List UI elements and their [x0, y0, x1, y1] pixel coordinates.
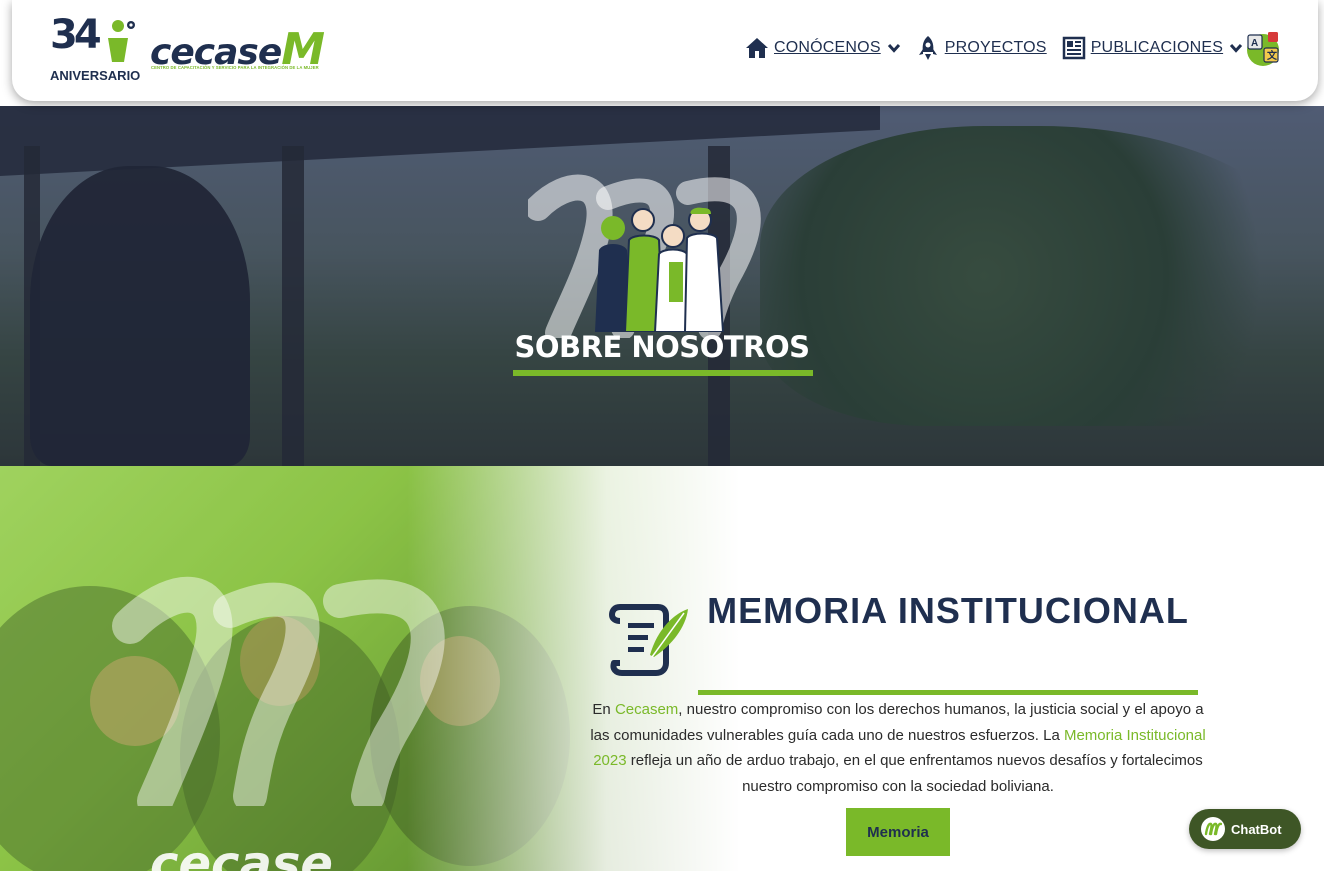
- nav-item-publicaciones[interactable]: PUBLICACIONES: [1061, 35, 1243, 61]
- main-nav: CONÓCENOS PROYECTOS PUBLICACIONES: [744, 34, 1257, 62]
- chatbot-label: ChatBot: [1231, 821, 1282, 837]
- rocket-icon: [915, 35, 941, 61]
- hero-title-underline: [513, 370, 813, 376]
- svg-text:A: A: [1251, 38, 1258, 49]
- anniversary-label: ANIVERSARIO: [50, 68, 141, 83]
- chatbot-button[interactable]: ChatBot: [1189, 809, 1301, 849]
- anniversary-figure-icon: [108, 20, 135, 62]
- chevron-down-icon: [1229, 43, 1243, 53]
- newspaper-icon: [1061, 35, 1087, 61]
- memoria-description: En Cecasem, nuestro compromiso con los d…: [590, 701, 1206, 795]
- site-header: 34 ANIVERSARIO cecaseM CENTRO DE CAPACIT…: [12, 0, 1318, 101]
- nav-label-publicaciones: PUBLICACIONES: [1090, 39, 1224, 56]
- chevron-down-icon: [887, 43, 900, 53]
- nav-label-conocenos: CONÓCENOS: [774, 39, 881, 56]
- nav-label-proyectos: PROYECTOS: [944, 39, 1047, 56]
- hero-title: SOBRE NOSOTROS: [514, 330, 811, 364]
- memoria-title: MEMORIA INSTITUCIONAL: [707, 590, 1189, 631]
- nav-item-conocenos[interactable]: CONÓCENOS: [744, 35, 901, 61]
- brand-tagline: CENTRO DE CAPACITACIÓN Y SERVICIO PARA L…: [151, 65, 319, 70]
- home-icon: [744, 35, 770, 61]
- document-quill-icon: [608, 604, 688, 676]
- memoria-title-underline: [698, 690, 1198, 695]
- memoria-button[interactable]: Memoria: [846, 808, 950, 856]
- chatbot-m-icon: [1201, 817, 1225, 841]
- translate-icon[interactable]: A 文: [1244, 30, 1282, 68]
- highlight-cecasem: Cecasem: [614, 701, 679, 718]
- nav-item-proyectos[interactable]: PROYECTOS: [915, 35, 1047, 61]
- svg-text:文: 文: [1267, 49, 1278, 62]
- hero-banner: SOBRE NOSOTROS: [0, 106, 1324, 466]
- team-illustration: [595, 207, 725, 332]
- memoria-section: cecase MEMORIA INSTITUCIONAL En Cecasem,…: [0, 466, 1324, 871]
- cecasem-logo[interactable]: 34 ANIVERSARIO cecaseM CENTRO DE CAPACIT…: [50, 12, 350, 87]
- anniversary-number: 34: [50, 12, 102, 58]
